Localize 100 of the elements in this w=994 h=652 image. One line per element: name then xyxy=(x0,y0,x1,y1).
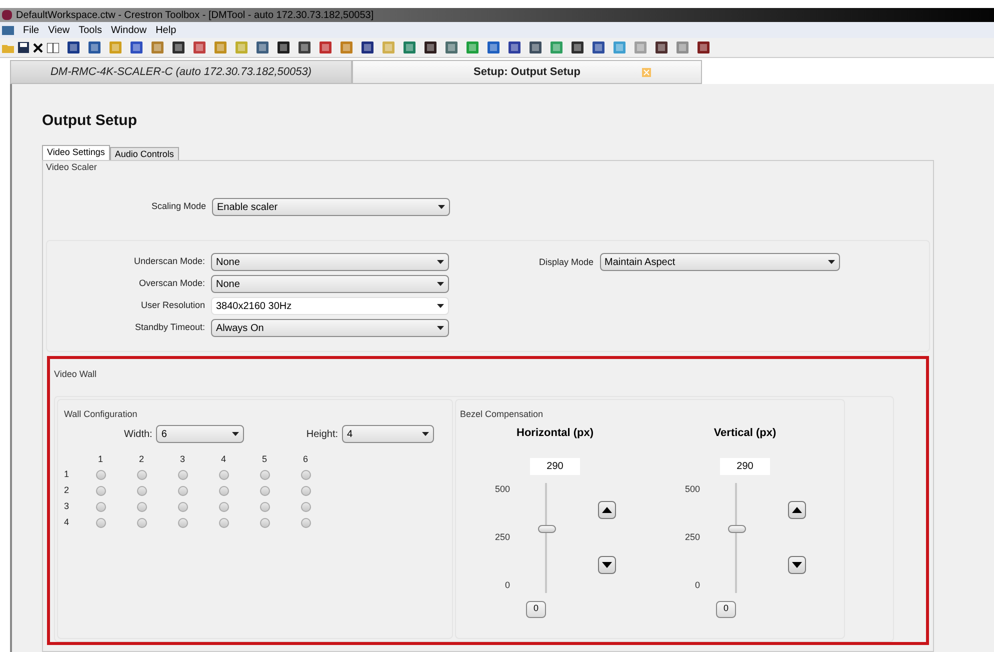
radio-button[interactable] xyxy=(96,518,106,528)
column-label: 1 xyxy=(96,453,104,466)
decrement-button[interactable] xyxy=(788,556,806,574)
radio-button[interactable] xyxy=(218,502,228,512)
down-arrow-icon xyxy=(602,562,612,568)
row-label: 1 xyxy=(64,468,70,481)
radio-button[interactable] xyxy=(178,502,188,512)
scale-label: 0 xyxy=(694,579,700,592)
tool-icon[interactable] xyxy=(529,41,542,54)
radio-button[interactable] xyxy=(136,502,146,512)
save-icon[interactable] xyxy=(18,42,29,53)
radio-button[interactable] xyxy=(260,470,270,480)
radio-button[interactable] xyxy=(260,518,270,528)
dropdown-arrow-icon xyxy=(437,260,444,264)
radio-button[interactable] xyxy=(300,470,310,480)
tool-icon[interactable] xyxy=(592,41,605,54)
slider-title: Horizontal (px) xyxy=(516,426,594,441)
row-label: 4 xyxy=(64,516,70,529)
dropdown-arrow-icon xyxy=(828,260,835,264)
field-label: Overscan Mode: xyxy=(138,277,205,290)
radio-button[interactable] xyxy=(218,470,228,480)
field-label: User Resolution xyxy=(140,299,205,312)
increment-button[interactable] xyxy=(788,501,806,519)
dropdown[interactable]: None xyxy=(211,275,449,293)
decrement-button[interactable] xyxy=(598,556,616,574)
column-label: 4 xyxy=(220,453,227,466)
radio-button[interactable] xyxy=(300,518,310,528)
book-icon[interactable] xyxy=(47,42,59,52)
close-icon[interactable] xyxy=(33,42,43,52)
tool-icon[interactable] xyxy=(88,41,101,54)
dropdown[interactable]: None xyxy=(211,253,449,271)
radio-button[interactable] xyxy=(218,486,228,496)
slider-thumb[interactable] xyxy=(538,524,556,533)
tab[interactable]: Video Settings xyxy=(42,144,110,160)
scale-label: 500 xyxy=(494,482,510,496)
radio-button[interactable] xyxy=(178,486,188,496)
dropdown[interactable]: Always On xyxy=(211,319,449,337)
tool-icon[interactable] xyxy=(655,41,668,54)
radio-button[interactable] xyxy=(96,486,106,496)
radio-button[interactable] xyxy=(218,518,228,528)
radio-button[interactable] xyxy=(178,470,188,480)
reset-button[interactable]: 0 xyxy=(526,600,546,618)
folder-icon[interactable] xyxy=(2,42,14,52)
document-tab[interactable]: Setup: Output Setup xyxy=(352,60,702,84)
app-menu-icon[interactable] xyxy=(2,26,14,34)
radio-button[interactable] xyxy=(260,502,270,512)
radio-button[interactable] xyxy=(96,502,106,512)
tool-icon[interactable] xyxy=(130,41,143,54)
group-legend: Wall Configuration xyxy=(64,408,446,421)
slider-thumb[interactable] xyxy=(728,524,746,533)
scale-label: 500 xyxy=(684,482,700,496)
menu-item[interactable]: Tools xyxy=(78,22,102,38)
value-field[interactable]: 290 xyxy=(720,458,770,474)
field-label: Height: xyxy=(306,428,338,442)
radio-button[interactable] xyxy=(300,486,310,496)
group-legend: Video Wall xyxy=(54,368,894,382)
document-tab[interactable]: DM-RMC-4K-SCALER-C (auto 172.30.73.182,50053) xyxy=(10,60,352,84)
radio-button[interactable] xyxy=(136,486,146,496)
increment-button[interactable] xyxy=(598,501,616,519)
menu-item[interactable]: View xyxy=(48,22,70,38)
width-dropdown[interactable]: 6 xyxy=(156,425,244,443)
radio-button[interactable] xyxy=(136,518,146,528)
tool-icon[interactable] xyxy=(361,41,374,54)
menu-item[interactable]: Help xyxy=(156,22,176,38)
scale-label: 250 xyxy=(494,530,510,544)
tool-icon[interactable] xyxy=(571,41,584,54)
tool-icon[interactable] xyxy=(172,41,185,54)
tool-icon[interactable] xyxy=(277,41,290,54)
menu-item[interactable]: File xyxy=(23,22,40,38)
window-title: DefaultWorkspace.ctw - Crestron Toolbox - [DMTool - auto 172.30.73.182,50053] xyxy=(16,8,374,22)
dropdown-arrow-icon xyxy=(438,205,445,209)
height-dropdown[interactable]: 4 xyxy=(342,425,434,443)
menu-item[interactable]: Window xyxy=(110,22,147,38)
field-label: Standby Timeout: xyxy=(134,321,205,334)
tab[interactable]: Audio Controls xyxy=(110,146,179,160)
radio-button[interactable] xyxy=(96,470,106,480)
radio-button[interactable] xyxy=(178,518,188,528)
dropdown-arrow-icon xyxy=(437,304,444,308)
radio-button[interactable] xyxy=(136,470,146,480)
column-label: 5 xyxy=(260,453,268,466)
display-mode-dropdown[interactable]: Maintain Aspect xyxy=(600,253,840,271)
tool-icon[interactable] xyxy=(508,41,521,54)
group-legend: Bezel Compensation xyxy=(460,408,840,421)
field-label: Display Mode xyxy=(539,256,594,269)
row-label: 2 xyxy=(64,484,70,497)
dropdown-arrow-icon xyxy=(437,282,444,286)
field-label: Underscan Mode: xyxy=(132,255,205,268)
scaling-mode-dropdown[interactable]: Enable scaler xyxy=(212,198,450,216)
tool-icon[interactable] xyxy=(697,41,710,54)
resolution-combo[interactable]: 3840x2160 30Hz xyxy=(211,297,449,315)
tool-icon[interactable] xyxy=(67,41,80,54)
field-label: Scaling Mode xyxy=(150,200,206,214)
column-label: 6 xyxy=(302,453,309,466)
tool-icon[interactable] xyxy=(298,41,311,54)
reset-button[interactable]: 0 xyxy=(716,600,736,618)
value-field[interactable]: 290 xyxy=(530,458,580,474)
up-arrow-icon xyxy=(792,507,802,513)
radio-button[interactable] xyxy=(260,486,270,496)
tool-icon[interactable] xyxy=(424,41,437,54)
radio-button[interactable] xyxy=(300,502,310,512)
